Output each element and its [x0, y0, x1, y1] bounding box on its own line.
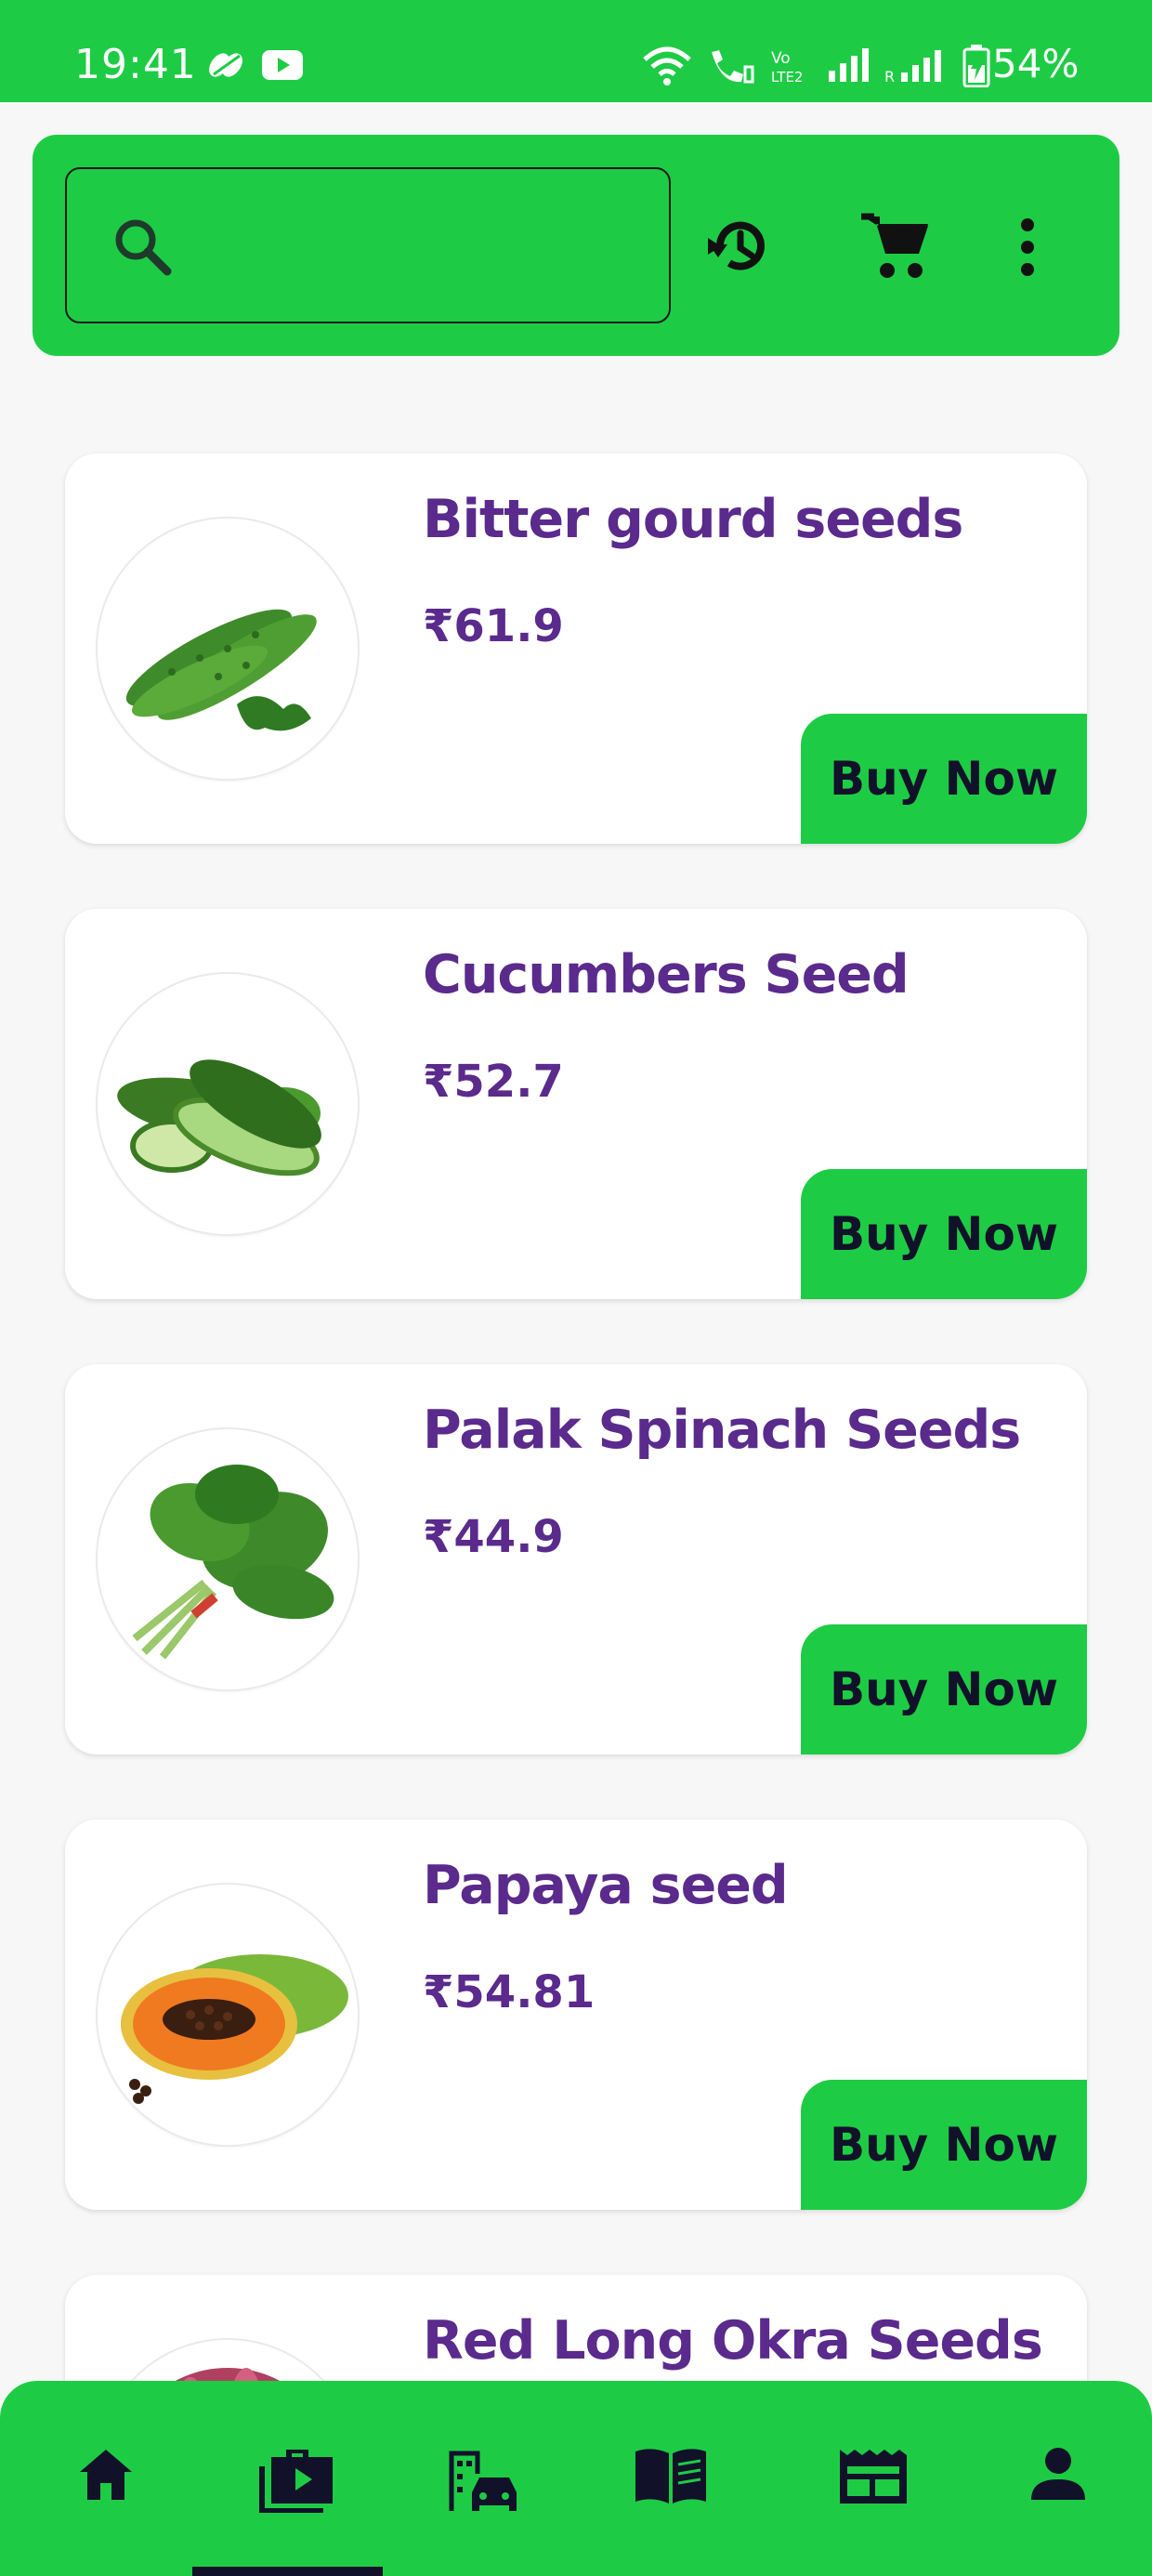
search-icon [111, 216, 173, 282]
home-icon [80, 2450, 132, 2500]
youtube-icon [262, 50, 303, 85]
active-tab-indicator [192, 2567, 383, 2576]
city-car-icon [449, 2451, 517, 2511]
volte-icon: Vo LTE2 [771, 48, 816, 90]
papaya-icon [121, 1954, 348, 2104]
product-image [98, 1429, 358, 1689]
battery-percentage: 54% [992, 41, 1080, 86]
notification-app-icon [206, 48, 247, 86]
bottom-navigation [0, 2381, 1152, 2576]
buy-now-button[interactable]: Buy Now [801, 2080, 1087, 2210]
more-options-icon[interactable] [1015, 217, 1040, 283]
signal-icon [827, 46, 875, 88]
product-price: ₹52.7 [423, 1056, 564, 1108]
product-price: ₹44.9 [423, 1511, 564, 1563]
nav-news[interactable] [818, 2446, 910, 2520]
app-header [33, 135, 1119, 356]
product-name: Cucumbers Seed [423, 944, 910, 1005]
briefcase-play-icon [259, 2450, 333, 2513]
nav-profile[interactable] [1009, 2446, 1102, 2520]
search-box[interactable] [65, 167, 671, 323]
buy-now-button[interactable]: Buy Now [801, 714, 1087, 844]
wifi-calling-icon [704, 46, 756, 90]
product-card[interactable]: Palak Spinach Seeds ₹44.9 Buy Now [65, 1364, 1087, 1755]
buy-now-button[interactable]: Buy Now [801, 1169, 1087, 1299]
bitter-gourd-icon [125, 609, 317, 731]
product-name: Bitter gourd seeds [423, 489, 963, 550]
product-card[interactable]: Papaya seed ₹54.81 Buy Now [65, 1820, 1087, 2210]
status-bar: 19:41 Vo LTE2 R 54% [0, 0, 1152, 102]
svg-text:Vo: Vo [771, 49, 791, 68]
product-price: ₹61.9 [423, 600, 564, 652]
cucumber-icon [117, 1059, 321, 1176]
product-image [98, 1885, 358, 2145]
product-name: Palak Spinach Seeds [423, 1400, 1021, 1461]
nav-home[interactable] [58, 2446, 151, 2520]
svg-text:LTE2: LTE2 [771, 69, 803, 85]
nav-city[interactable] [425, 2446, 518, 2520]
product-image [98, 519, 358, 779]
search-input[interactable] [188, 206, 652, 288]
buy-now-button[interactable]: Buy Now [801, 1624, 1087, 1755]
product-name: Red Long Okra Seeds [423, 2310, 1043, 2372]
product-image [98, 974, 358, 1234]
roaming-signal-icon: R [884, 46, 953, 88]
history-icon[interactable] [700, 209, 774, 288]
product-card[interactable]: Bitter gourd seeds ₹61.9 Buy Now [65, 453, 1087, 844]
product-price: ₹54.81 [423, 1966, 596, 2018]
spinach-icon [132, 1465, 334, 1660]
newspaper-icon [840, 2450, 907, 2504]
battery-charging-icon [962, 45, 990, 92]
nav-library[interactable] [613, 2446, 706, 2520]
svg-text:R: R [884, 68, 895, 84]
nav-media[interactable] [240, 2446, 333, 2520]
book-icon [635, 2449, 706, 2504]
person-icon [1031, 2448, 1085, 2500]
cart-icon[interactable] [859, 211, 934, 286]
product-name: Papaya seed [423, 1855, 789, 1916]
product-card[interactable]: Cucumbers Seed ₹52.7 Buy Now [65, 909, 1087, 1299]
wifi-icon [641, 45, 693, 90]
status-time: 19:41 [74, 41, 197, 88]
